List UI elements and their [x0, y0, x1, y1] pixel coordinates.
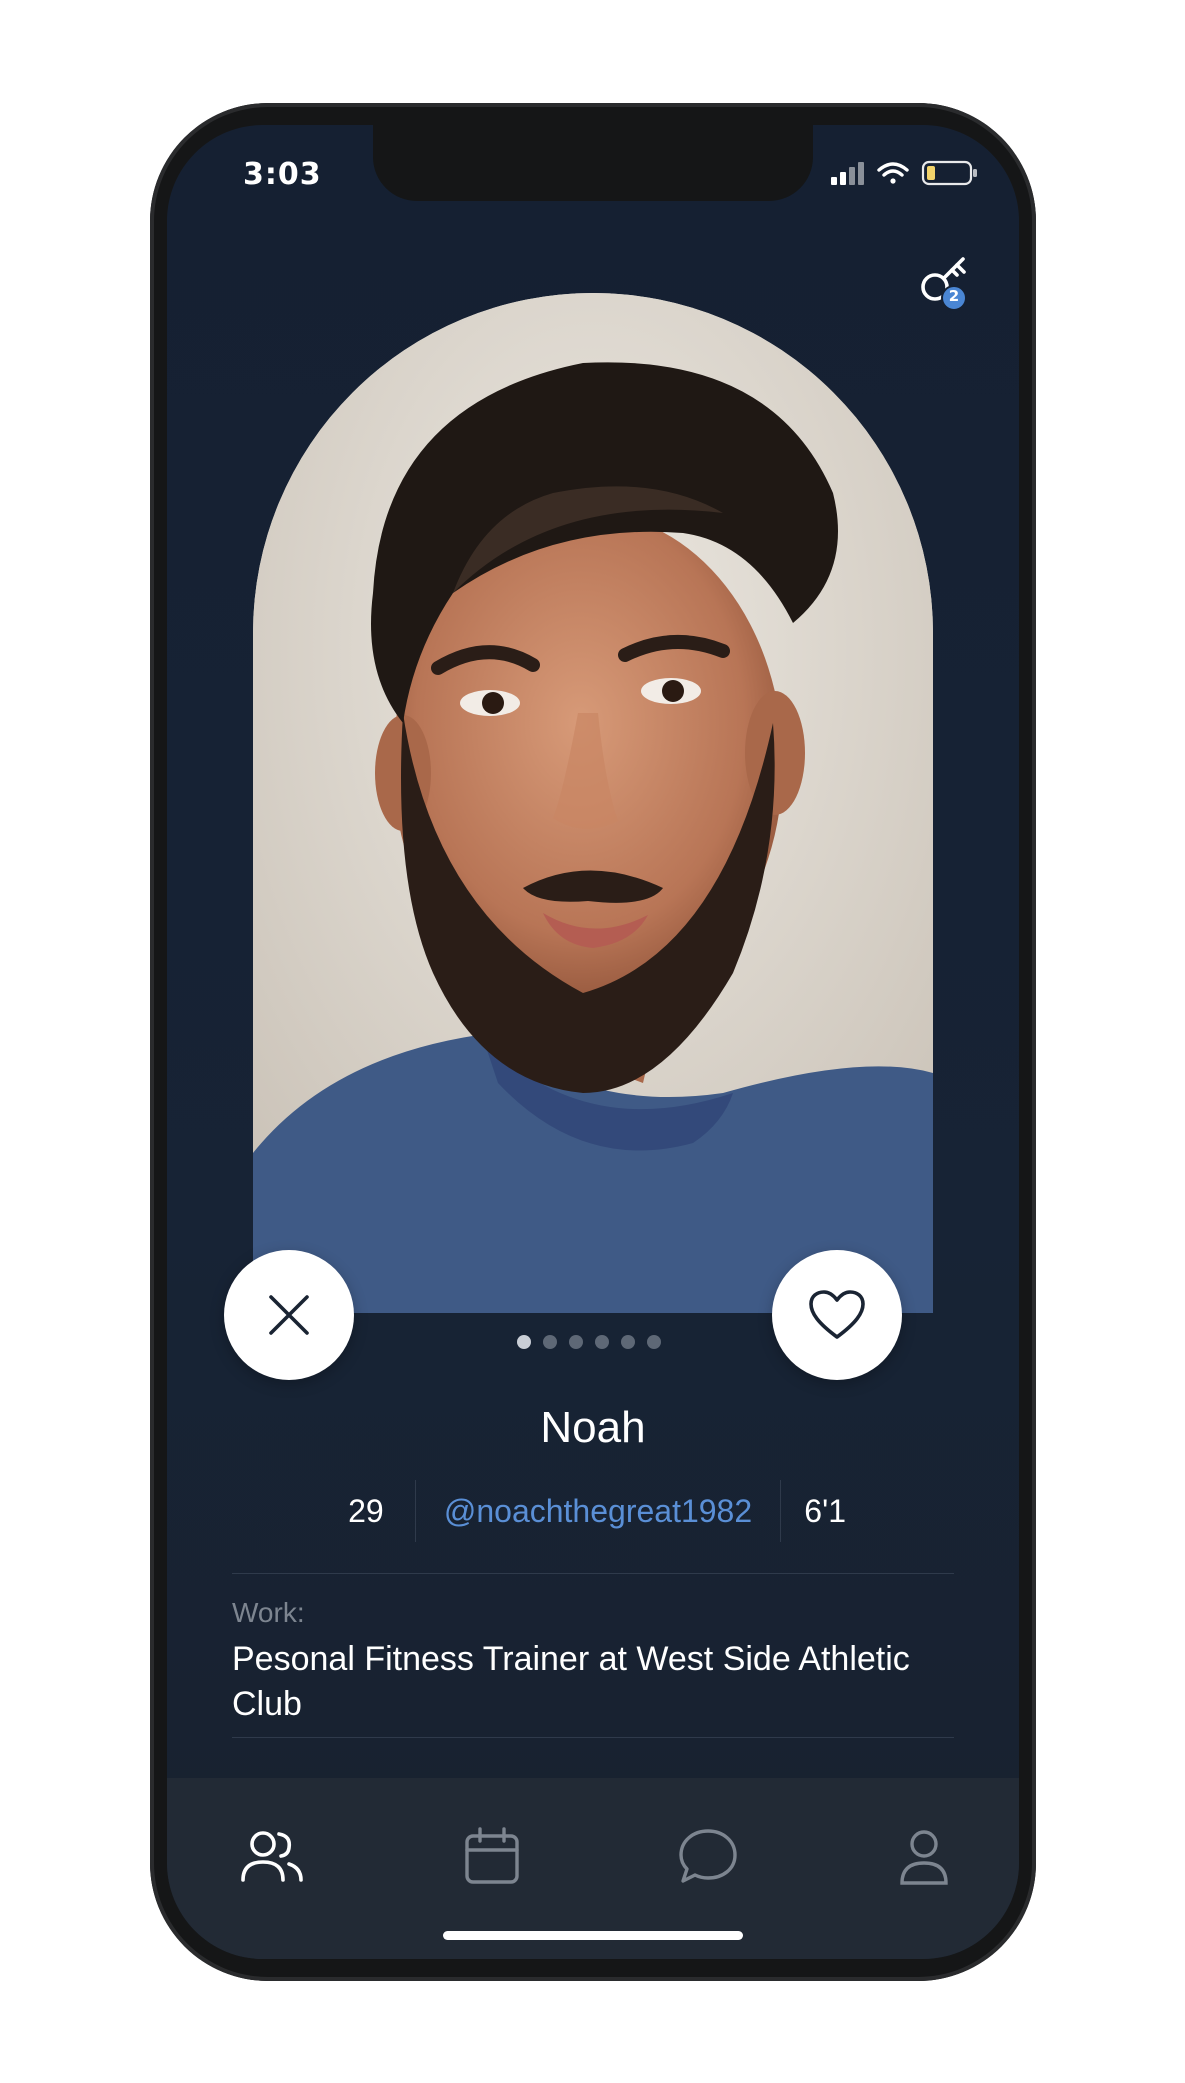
app-screen: 3:03 2 Noah 29 @noachthegreat1982 6'1 Wo… — [167, 125, 1019, 1959]
pagination-dot[interactable] — [517, 1335, 531, 1349]
work-value: Pesonal Fitness Trainer at West Side Ath… — [232, 1640, 910, 1723]
divider-top — [232, 1573, 954, 1574]
dismiss-button[interactable] — [224, 1250, 354, 1380]
portrait-illustration — [253, 293, 933, 1313]
signal-icon — [831, 162, 864, 185]
wifi-icon — [877, 162, 909, 184]
divider-bottom — [232, 1737, 954, 1738]
status-time: 3:03 — [243, 157, 322, 192]
people-icon — [241, 1831, 303, 1882]
person-icon — [900, 1830, 948, 1885]
close-icon — [269, 1295, 309, 1335]
calendar-icon — [465, 1827, 519, 1884]
work-label: Work: — [232, 1597, 305, 1628]
pagination-dot[interactable] — [621, 1335, 635, 1349]
profile-name: Noah — [540, 1403, 646, 1452]
pagination-dot[interactable] — [647, 1335, 661, 1349]
battery-icon — [921, 160, 977, 186]
tab-messages[interactable] — [673, 1822, 743, 1892]
pagination-dot[interactable] — [595, 1335, 609, 1349]
keys-badge-count: 2 — [948, 287, 960, 305]
like-button[interactable] — [772, 1250, 902, 1380]
profile-handle-link[interactable]: @noachthegreat1982 — [416, 1493, 780, 1530]
profile-height: 6'1 — [804, 1492, 846, 1529]
chat-bubble-icon — [679, 1829, 737, 1883]
heart-icon — [809, 1290, 865, 1339]
profile-photo[interactable] — [253, 293, 933, 1313]
pagination-dot[interactable] — [569, 1335, 583, 1349]
status-icons — [831, 160, 977, 186]
photo-pagination — [517, 1335, 661, 1349]
keys-button[interactable]: 2 — [917, 253, 979, 315]
tab-matches[interactable] — [237, 1822, 307, 1892]
pagination-dot[interactable] — [543, 1335, 557, 1349]
profile-stats: 29 @noachthegreat1982 6'1 — [167, 1480, 1019, 1542]
home-indicator[interactable] — [443, 1931, 743, 1940]
tab-profile[interactable] — [889, 1822, 959, 1892]
device-notch — [373, 125, 813, 201]
tab-calendar[interactable] — [457, 1822, 527, 1892]
key-icon — [921, 257, 967, 311]
profile-age: 29 — [348, 1492, 384, 1529]
